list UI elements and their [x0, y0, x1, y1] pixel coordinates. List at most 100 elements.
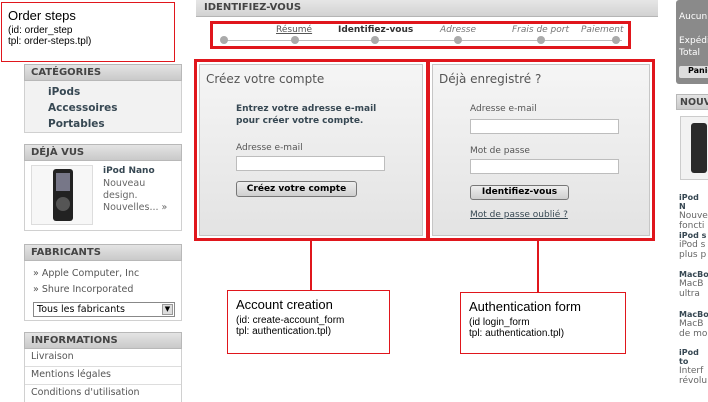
step-marker-icon — [454, 36, 462, 44]
login-email-input[interactable] — [470, 119, 619, 134]
news-product-desc: plus p — [679, 250, 707, 260]
callout-line: tpl: authentication.tpl) — [469, 328, 565, 339]
manufacturer-name: Apple Computer, Inc — [41, 268, 140, 279]
cart-button-label: Panie — [688, 66, 708, 75]
new-product-item: iPod s iPod s plus p — [679, 231, 706, 260]
login-password-input[interactable] — [470, 159, 619, 174]
step-paiement: Paiement — [581, 25, 624, 35]
callout-title: Account creation — [236, 297, 333, 312]
category-item[interactable]: iPods — [48, 84, 181, 100]
select-value: Tous les fabricants — [37, 304, 125, 315]
info-item[interactable]: Livraison — [25, 349, 181, 367]
news-product-desc: ultra — [679, 289, 700, 299]
cart-empty-text: Aucun — [679, 12, 708, 22]
viewed-product-name[interactable]: iPod Nano — [103, 166, 155, 176]
new-product-thumbnail[interactable] — [680, 116, 708, 180]
news-product-desc: de mo — [679, 329, 708, 339]
create-email-input[interactable] — [236, 156, 385, 171]
create-account-intro: Entrez votre adresse e-mail pour créer v… — [236, 104, 377, 126]
step-marker-icon — [220, 36, 228, 44]
manufacturer-item[interactable]: » Shure Incorporated — [33, 282, 173, 298]
viewed-more-link[interactable]: Nouvelles... » — [103, 202, 167, 213]
ipod-wheel-icon — [56, 197, 70, 211]
step-resume[interactable]: Résumé — [276, 25, 312, 35]
cart-block: Aucun Expédi Total Panie — [676, 0, 708, 84]
connector-line — [310, 240, 312, 291]
cart-total-text: Total — [679, 48, 701, 58]
viewed-desc-line: Nouveau — [103, 178, 146, 189]
categories-list: iPods Accessoires Portables — [24, 81, 182, 133]
login-panel: Déjà enregistré ? Adresse e-mail Mot de … — [432, 64, 650, 236]
step-identifiez-vous: Identifiez-vous — [338, 25, 414, 35]
news-product-name[interactable]: iPod s — [679, 231, 706, 240]
callout-line: tpl: order-steps.tpl) — [8, 36, 92, 47]
create-account-button[interactable]: Créez votre compte — [236, 181, 357, 197]
step-frais-de-port: Frais de port — [512, 25, 570, 35]
news-product-desc: Interf — [679, 366, 704, 376]
auth-form-callout: Authentication form (id login_form tpl: … — [460, 292, 626, 354]
cart-button[interactable]: Panie — [679, 66, 708, 78]
new-products-header: NOUV — [676, 94, 708, 110]
category-item[interactable]: Portables — [48, 116, 181, 132]
account-creation-callout: Account creation (id: create-account_for… — [227, 290, 390, 354]
news-product-desc: iPod s — [679, 240, 706, 250]
new-product-item: iPod N Nouve foncti — [679, 193, 708, 231]
news-product-desc: révolu — [679, 376, 708, 386]
manufacturers-content: » Apple Computer, Inc » Shure Incorporat… — [24, 261, 182, 321]
page-title-text: IDENTIFIEZ-VOUS — [204, 2, 302, 13]
info-item[interactable]: Conditions d'utilisation — [25, 385, 181, 402]
viewed-desc-line: design. — [103, 190, 138, 201]
right-column: Aucun Expédi Total Panie NOUV iPod N Nou… — [676, 0, 708, 387]
steps-track — [224, 40, 622, 41]
informations-header: INFORMATIONS — [24, 332, 182, 349]
callout-line: (id: create-account_form — [236, 315, 345, 326]
new-product-item: iPod to Interf révolu — [679, 348, 708, 386]
callout-line: (id login_form — [469, 317, 530, 328]
new-product-item: MacBo MacB ultra — [679, 270, 708, 299]
forgot-password-link[interactable]: Mot de passe oublié ? — [470, 210, 568, 220]
manufacturers-header: FABRICANTS — [24, 244, 182, 261]
login-password-label: Mot de passe — [470, 146, 530, 156]
news-product-desc: MacB — [679, 319, 704, 329]
viewed-header: DÉJÀ VUS — [24, 144, 182, 161]
step-marker-icon — [612, 36, 620, 44]
news-product-desc: foncti — [679, 221, 705, 231]
viewed-content: iPod Nano Nouveau design. Nouvelles... » — [24, 161, 182, 231]
new-product-item: MacBo MacB de mo — [679, 310, 708, 339]
chevron-down-icon: ▼ — [162, 304, 173, 315]
manufacturer-item[interactable]: » Apple Computer, Inc — [33, 266, 173, 282]
news-product-name[interactable]: iPod to — [679, 348, 708, 366]
create-email-label: Adresse e-mail — [236, 143, 303, 153]
login-button[interactable]: Identifiez-vous — [470, 185, 569, 200]
left-column: CATÉGORIES iPods Accessoires Portables — [24, 64, 182, 133]
info-item[interactable]: Mentions légales — [25, 367, 181, 385]
step-marker-icon — [537, 36, 545, 44]
manufacturers-block: FABRICANTS » Apple Computer, Inc » Shure… — [24, 244, 182, 321]
callout-line: tpl: authentication.tpl) — [236, 326, 332, 337]
callout-line: (id: order_step — [8, 25, 73, 36]
step-marker-icon — [291, 36, 299, 44]
category-item[interactable]: Accessoires — [48, 100, 181, 116]
viewed-block: DÉJÀ VUS iPod Nano Nouveau design. Nouve… — [24, 144, 182, 231]
step-marker-icon — [371, 36, 379, 44]
step-adresse: Adresse — [440, 25, 477, 35]
news-product-desc: Nouve — [679, 211, 708, 221]
create-account-title: Créez votre compte — [206, 72, 325, 86]
informations-list: Livraison Mentions légales Conditions d'… — [24, 349, 182, 402]
ipod-screen-icon — [56, 173, 70, 191]
create-account-panel: Créez votre compte Entrez votre adresse … — [199, 64, 423, 236]
login-title: Déjà enregistré ? — [439, 72, 542, 86]
informations-block: INFORMATIONS Livraison Mentions légales … — [24, 332, 182, 402]
ipod-icon — [691, 123, 707, 173]
page-title: IDENTIFIEZ-VOUS — [196, 0, 658, 17]
callout-title: Authentication form — [469, 299, 582, 314]
news-product-name[interactable]: MacBo — [679, 270, 708, 279]
news-product-name[interactable]: MacBo — [679, 310, 708, 319]
ipod-nano-thumbnail[interactable] — [31, 165, 93, 225]
news-product-name[interactable]: iPod N — [679, 193, 708, 211]
callout-title: Order steps — [8, 8, 76, 23]
cart-shipping-text: Expédi — [679, 36, 708, 46]
login-email-label: Adresse e-mail — [470, 104, 537, 114]
manufacturer-select[interactable]: Tous les fabricants ▼ — [33, 302, 175, 317]
manufacturer-name: Shure Incorporated — [41, 284, 134, 295]
